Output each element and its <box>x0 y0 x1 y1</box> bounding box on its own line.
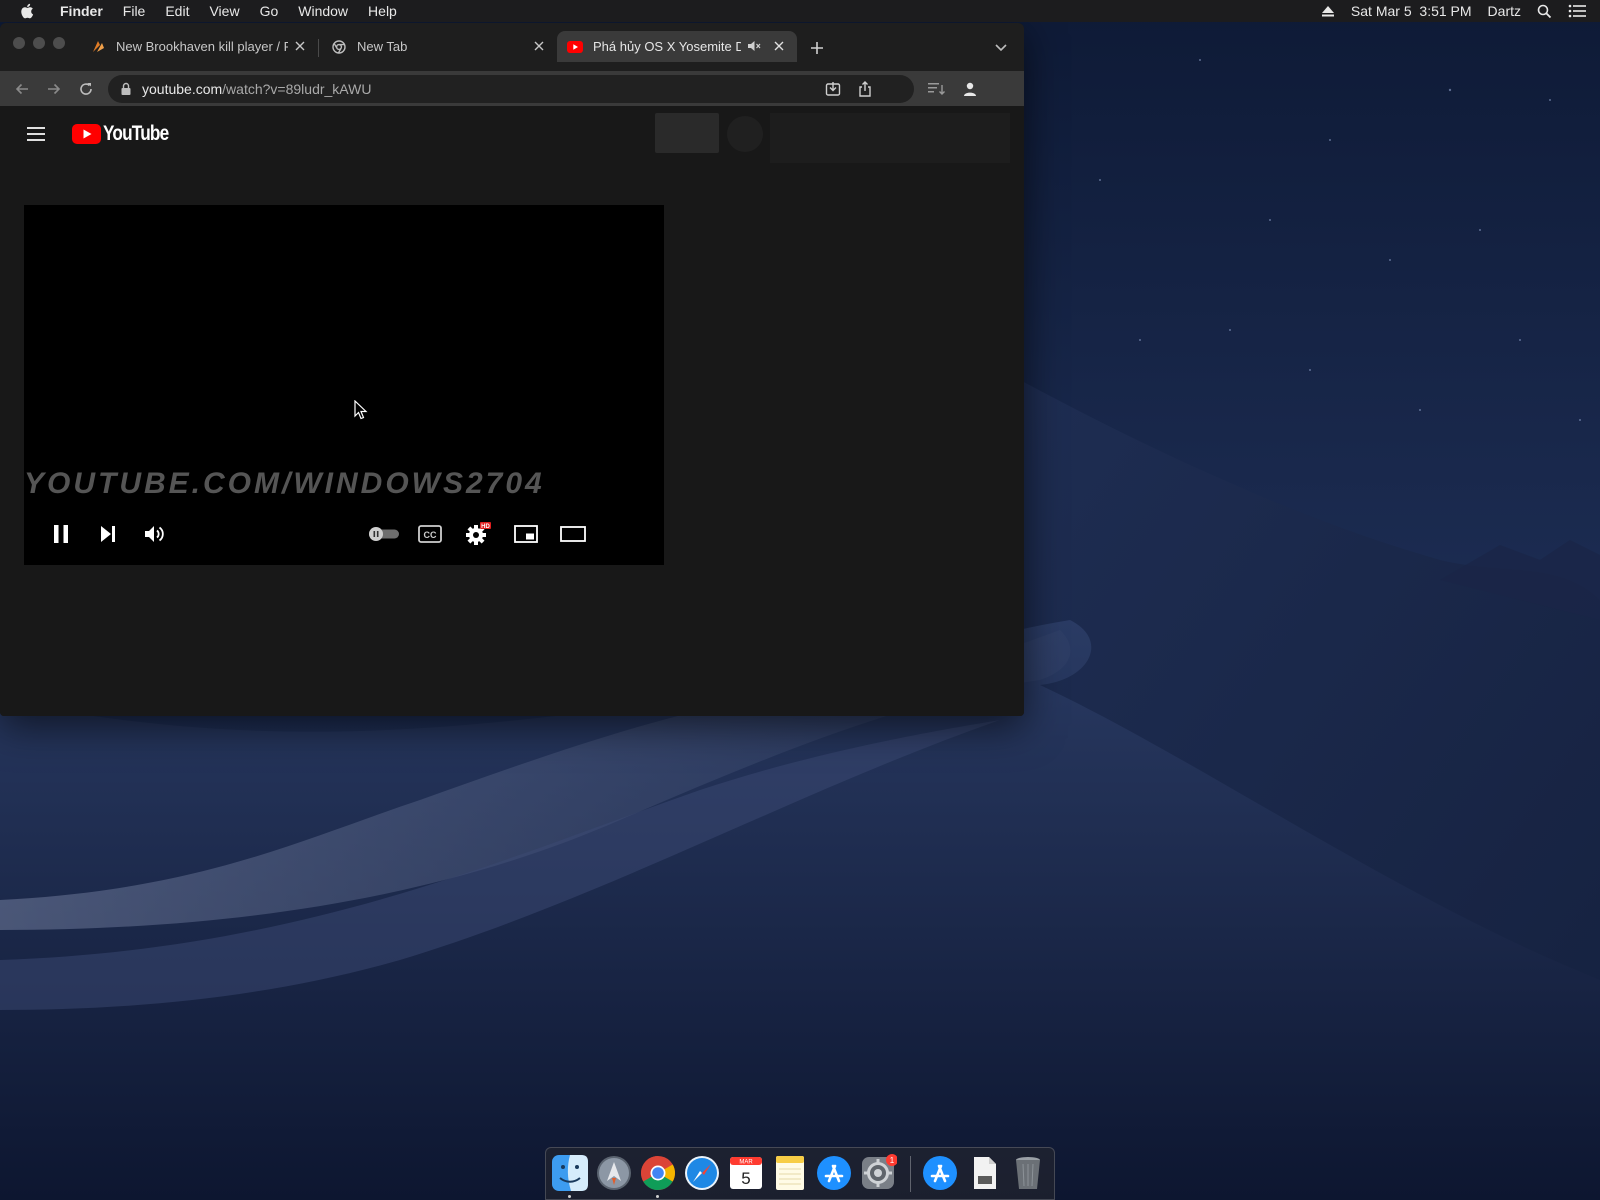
calendar-month: MAR <box>739 1160 753 1166</box>
notification-center-icon[interactable] <box>1568 4 1586 18</box>
dock-safari-icon[interactable] <box>683 1154 721 1192</box>
avatar-placeholder-skeleton <box>727 116 763 152</box>
address-bar[interactable]: youtube.com/watch?v=89ludr_kAWU <box>108 75 914 103</box>
tab-youtube-active[interactable]: Phá hủy OS X Yosemite DP <box>557 31 797 62</box>
menu-help[interactable]: Help <box>358 0 407 22</box>
minimize-window-button[interactable] <box>33 37 45 49</box>
hamburger-menu-icon[interactable] <box>24 122 48 146</box>
clock-date: Sat Mar 5 <box>1350 3 1412 19</box>
svg-text:CC: CC <box>424 530 437 540</box>
notification-badge: 1 <box>890 1156 895 1165</box>
tab-title: New Brookhaven kill player / Fa <box>116 39 288 54</box>
browser-toolbar: youtube.com/watch?v=89ludr_kAWU <box>0 71 1024 106</box>
theater-mode-icon[interactable] <box>560 521 586 547</box>
dock-system-preferences-icon[interactable]: 1 <box>859 1154 898 1192</box>
youtube-favicon-icon <box>567 39 583 55</box>
menu-go[interactable]: Go <box>250 0 289 22</box>
lock-icon[interactable] <box>120 82 132 96</box>
apple-menu-icon[interactable] <box>20 2 36 20</box>
url-text[interactable]: youtube.com/watch?v=89ludr_kAWU <box>142 81 371 97</box>
mouse-cursor-icon <box>354 400 368 420</box>
miniplayer-icon[interactable] <box>513 521 539 547</box>
menu-bar: Finder File Edit View Go Window Help Sat… <box>0 0 1600 22</box>
dock-app-store-icon[interactable] <box>815 1154 853 1192</box>
tab-close-icon[interactable] <box>531 38 547 54</box>
dock-finder-icon[interactable] <box>551 1154 589 1192</box>
url-domain: youtube.com <box>142 81 223 97</box>
chrome-browser-window: New Brookhaven kill player / Fa New Tab … <box>0 23 1024 716</box>
tab-title: New Tab <box>357 39 408 54</box>
close-window-button[interactable] <box>13 37 25 49</box>
profile-avatar-icon[interactable] <box>960 79 980 99</box>
spotlight-search-icon[interactable] <box>1537 4 1552 19</box>
tab-title: Phá hủy OS X Yosemite DP <box>593 39 741 54</box>
dock: MAR 5 1 <box>545 1147 1055 1200</box>
user-name[interactable]: Dartz <box>1488 3 1521 19</box>
settings-gear-icon[interactable]: HD <box>465 521 491 547</box>
install-app-icon[interactable] <box>824 80 842 98</box>
calendar-day: 5 <box>741 1169 750 1188</box>
url-path: /watch?v=89ludr_kAWU <box>222 81 372 97</box>
menu-file[interactable]: File <box>113 0 156 22</box>
dock-chrome-icon[interactable] <box>639 1154 677 1192</box>
clock[interactable]: Sat Mar 5 3:51 PM <box>1351 3 1472 19</box>
closed-captions-icon[interactable]: CC <box>417 521 443 547</box>
next-video-icon[interactable] <box>95 521 121 547</box>
video-watermark: YOUTUBE.COM/WINDOWS2704 <box>24 467 545 500</box>
clock-time: 3:51 PM <box>1419 3 1472 19</box>
autoplay-toggle[interactable] <box>366 521 402 547</box>
zoom-window-button[interactable] <box>53 37 65 49</box>
running-indicator <box>656 1195 659 1198</box>
chrome-favicon-icon <box>331 39 347 55</box>
reading-list-icon[interactable] <box>927 79 947 99</box>
menu-app-name[interactable]: Finder <box>50 0 113 22</box>
dock-document-icon[interactable] <box>965 1154 1003 1192</box>
tab-brookhaven[interactable]: New Brookhaven kill player / Fa <box>80 31 318 62</box>
hd-badge: HD <box>481 524 490 530</box>
pause-icon[interactable] <box>48 521 74 547</box>
youtube-header: YouTube <box>0 106 1010 163</box>
running-indicator <box>568 1195 571 1198</box>
tab-strip: New Brookhaven kill player / Fa New Tab … <box>0 23 1024 71</box>
share-icon[interactable] <box>856 80 874 98</box>
tab-search-chevron-down-icon[interactable] <box>992 41 1010 55</box>
new-tab-plus-icon[interactable] <box>808 39 826 57</box>
tab-close-icon[interactable] <box>771 38 787 54</box>
eject-icon[interactable] <box>1321 5 1335 17</box>
muted-speaker-icon[interactable] <box>747 39 761 53</box>
dock-notes-icon[interactable] <box>771 1154 809 1192</box>
dock-separator <box>910 1156 911 1192</box>
search-placeholder-skeleton <box>655 113 719 153</box>
dock-app-store-icon[interactable] <box>921 1154 959 1192</box>
player-controls: CC HD <box>24 511 664 557</box>
header-placeholder-skeleton <box>770 113 1010 163</box>
roblox-favicon-icon <box>90 39 106 55</box>
menu-window[interactable]: Window <box>288 0 358 22</box>
youtube-wordmark: YouTube <box>103 122 169 145</box>
dock-calendar-icon[interactable]: MAR 5 <box>727 1154 765 1192</box>
tab-close-icon[interactable] <box>292 38 308 54</box>
menu-view[interactable]: View <box>199 0 249 22</box>
forward-arrow-icon[interactable] <box>44 79 64 99</box>
dock-trash-icon[interactable] <box>1009 1154 1047 1192</box>
reload-icon[interactable] <box>76 79 96 99</box>
dock-launchpad-icon[interactable] <box>595 1154 633 1192</box>
video-player[interactable]: YOUTUBE.COM/WINDOWS2704 CC HD <box>24 205 664 565</box>
volume-speaker-icon[interactable] <box>142 521 168 547</box>
menu-edit[interactable]: Edit <box>155 0 199 22</box>
back-arrow-icon[interactable] <box>12 79 32 99</box>
youtube-play-logo-icon <box>72 124 101 144</box>
youtube-logo[interactable]: YouTube <box>72 121 183 147</box>
youtube-page: YouTube YOUTUBE.COM/WINDOWS2704 CC HD <box>0 106 1024 716</box>
tab-new-tab[interactable]: New Tab <box>319 31 557 62</box>
